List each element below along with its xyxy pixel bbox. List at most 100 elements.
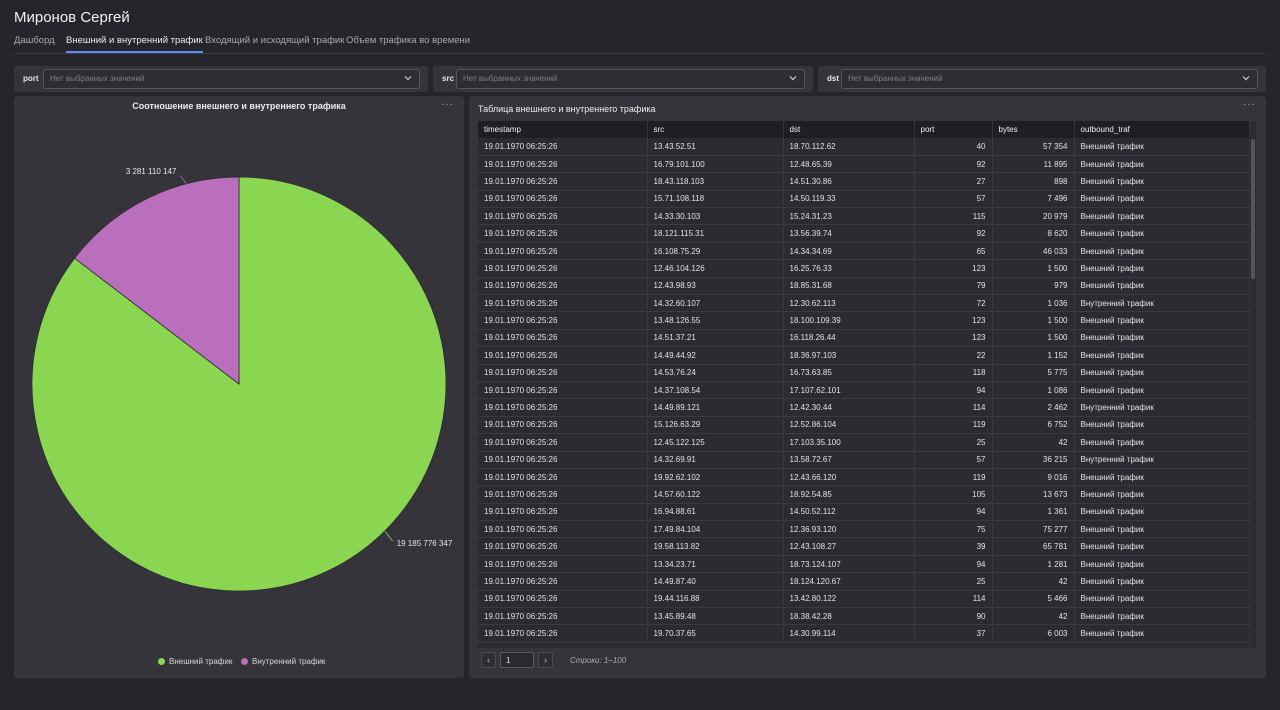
tab-dashboard[interactable]: Дашборд [14,36,55,53]
column-header-bytes[interactable]: bytes [992,121,1075,138]
tab-traffic-over-time[interactable]: Объем трафика во времени [346,36,470,53]
column-header-dst[interactable]: dst [783,121,915,138]
cell-outbound_traf: Внешний трафик [1074,364,1249,382]
cell-src: 14.32.69.91 [647,451,784,469]
cell-port: 123 [914,329,993,348]
table-scrollbar[interactable] [1250,121,1256,648]
table-row[interactable]: 19.01.1970 06:25:26 18.43.118.103 14.51.30… [478,172,1249,191]
column-header-outbound_traf[interactable]: outbound_traf [1074,121,1249,138]
cell-dst: 12.30.62.113 [783,294,915,313]
prev-page-button[interactable]: ‹ [481,652,496,668]
filter-port: port Нет выбранных значений [14,66,428,92]
more-menu-icon[interactable]: ··· [1243,99,1256,110]
cell-src: 13.34.23.71 [647,555,784,574]
legend-label: Внешний трафик [169,657,233,666]
cell-bytes: 979 [992,277,1075,296]
cell-bytes: 5 775 [992,364,1075,382]
cell-src: 16.94.88.61 [647,503,784,522]
cell-dst: 14.50.52.112 [783,503,915,522]
rows-info: Строки: 1–100 [570,656,627,665]
table-row[interactable]: 19.01.1970 06:25:26 14.37.108.54 17.107.62… [478,381,1249,400]
table-row[interactable]: 19.01.1970 06:25:26 16.94.88.61 14.50.52.1… [478,503,1249,522]
table-row[interactable]: 19.01.1970 06:25:26 19.44.116.88 13.42.80.… [478,590,1249,609]
table-row[interactable]: 19.01.1970 06:25:26 16.79.101.100 12.48.65… [478,155,1249,174]
tab-external-internal[interactable]: Внешний и внутренний трафик [66,36,203,53]
src-select[interactable]: Нет выбранных значений [456,69,805,89]
cell-src: 16.108.75.29 [647,242,784,261]
table-row[interactable]: 19.01.1970 06:25:26 15.126.63.29 12.52.86.… [478,416,1249,435]
column-header-src[interactable]: src [647,121,784,138]
filter-label: port [23,74,39,83]
column-header-port[interactable]: port [914,121,993,138]
column-header-timestamp[interactable]: timestamp [478,121,648,138]
chevron-down-icon [404,76,412,81]
cell-port: 123 [914,259,993,278]
table-row[interactable]: 19.01.1970 06:25:26 19.92.62.102 12.43.66.… [478,468,1249,487]
table-row[interactable]: 19.01.1970 06:25:26 12.43.98.93 18.85.31.6… [478,277,1249,296]
scrollbar-thumb[interactable] [1251,139,1255,279]
table-row[interactable]: 19.01.1970 06:25:26 18.121.115.31 13.56.39… [478,224,1249,243]
table-row[interactable]: 19.01.1970 06:25:26 14.51.37.21 16.118.26.… [478,329,1249,348]
table-row[interactable]: 19.01.1970 06:25:26 14.32.69.91 13.58.72.6… [478,451,1249,469]
table-row[interactable]: 19.01.1970 06:25:26 13.43.52.51 18.70.112.… [478,138,1249,156]
dst-select[interactable]: Нет выбранных значений [841,69,1258,89]
table-row[interactable]: 19.01.1970 06:25:26 14.49.89.121 12.42.30.… [478,398,1249,417]
cell-timestamp: 19.01.1970 06:25:26 [478,364,648,382]
table-row[interactable]: 19.01.1970 06:25:26 12.45.122.125 17.103.3… [478,433,1249,452]
cell-src: 14.49.44.92 [647,346,784,365]
cell-timestamp: 19.01.1970 06:25:26 [478,277,648,296]
cell-outbound_traf: Внешний трафик [1074,590,1249,609]
cell-timestamp: 19.01.1970 06:25:26 [478,416,648,435]
table-row[interactable]: 19.01.1970 06:25:26 14.32.60.107 12.30.62.… [478,294,1249,313]
table-row[interactable]: 19.01.1970 06:25:26 14.57.60.122 18.92.54.… [478,485,1249,504]
cell-outbound_traf: Внешний трафик [1074,138,1249,156]
table-row[interactable]: 19.01.1970 06:25:26 19.58.113.82 12.43.108… [478,537,1249,556]
table-row[interactable]: 19.01.1970 06:25:26 19.70.37.65 14.30.99.1… [478,624,1249,643]
port-select[interactable]: Нет выбранных значений [43,69,420,89]
cell-outbound_traf: Внешний трафик [1074,277,1249,296]
cell-bytes: 1 086 [992,381,1075,400]
cell-dst: 14.50.119.33 [783,190,915,209]
cell-outbound_traf: Внешний трафик [1074,311,1249,330]
cell-timestamp: 19.01.1970 06:25:26 [478,607,648,626]
cell-dst: 18.85.31.68 [783,277,915,296]
cell-dst: 14.51.30.86 [783,172,915,191]
cell-dst: 18.70.112.62 [783,138,915,156]
table-row[interactable]: 19.01.1970 06:25:26 15.71.108.118 14.50.11… [478,190,1249,209]
cell-outbound_traf: Внешний трафик [1074,537,1249,556]
next-page-button[interactable]: › [538,652,553,668]
page-number-input[interactable] [500,652,534,668]
cell-timestamp: 19.01.1970 06:25:26 [478,329,648,348]
label-leader-line [384,530,394,542]
cell-port: 65 [914,242,993,261]
table-row[interactable]: 19.01.1970 06:25:26 13.45.89.48 18.38.42.2… [478,607,1249,626]
table-row[interactable]: 19.01.1970 06:25:26 12.46.104.126 16.25.76… [478,259,1249,278]
cell-src: 13.48.126.55 [647,311,784,330]
cell-dst: 13.42.80.122 [783,590,915,609]
cell-bytes: 11 895 [992,155,1075,174]
table-row[interactable]: 19.01.1970 06:25:26 14.49.87.40 18.124.120… [478,572,1249,591]
cell-timestamp: 19.01.1970 06:25:26 [478,381,648,400]
cell-outbound_traf: Внешний трафик [1074,555,1249,574]
cell-dst: 12.36.93.120 [783,520,915,539]
table-row[interactable]: 19.01.1970 06:25:26 17.49.84.104 12.36.93.… [478,520,1249,539]
select-placeholder: Нет выбранных значений [848,74,943,83]
table-row[interactable]: 19.01.1970 06:25:26 14.33.30.103 15.24.31.… [478,207,1249,226]
table-row[interactable]: 19.01.1970 06:25:26 13.48.126.55 18.100.10… [478,311,1249,330]
tab-incoming-outgoing[interactable]: Входящий и исходящий трафик [205,36,344,53]
cell-dst: 18.92.54.85 [783,485,915,504]
cell-outbound_traf: Внешний трафик [1074,207,1249,226]
cell-port: 27 [914,172,993,191]
table-row[interactable]: 19.01.1970 06:25:26 16.108.75.29 14.34.34.… [478,242,1249,261]
cell-dst: 18.36.97.103 [783,346,915,365]
cell-timestamp: 19.01.1970 06:25:26 [478,294,648,313]
cell-src: 14.37.108.54 [647,381,784,400]
cell-port: 118 [914,364,993,382]
table-row[interactable]: 19.01.1970 06:25:26 14.49.44.92 18.36.97.1… [478,346,1249,365]
table-row[interactable]: 19.01.1970 06:25:26 14.53.76.24 16.73.63.8… [478,364,1249,382]
legend-item-internal[interactable]: Внутренний трафик [241,657,325,666]
cell-timestamp: 19.01.1970 06:25:26 [478,433,648,452]
table-row[interactable]: 19.01.1970 06:25:26 13.34.23.71 18.73.124.… [478,555,1249,574]
legend-item-external[interactable]: Внешний трафик [158,657,232,666]
cell-bytes: 36 215 [992,451,1075,469]
